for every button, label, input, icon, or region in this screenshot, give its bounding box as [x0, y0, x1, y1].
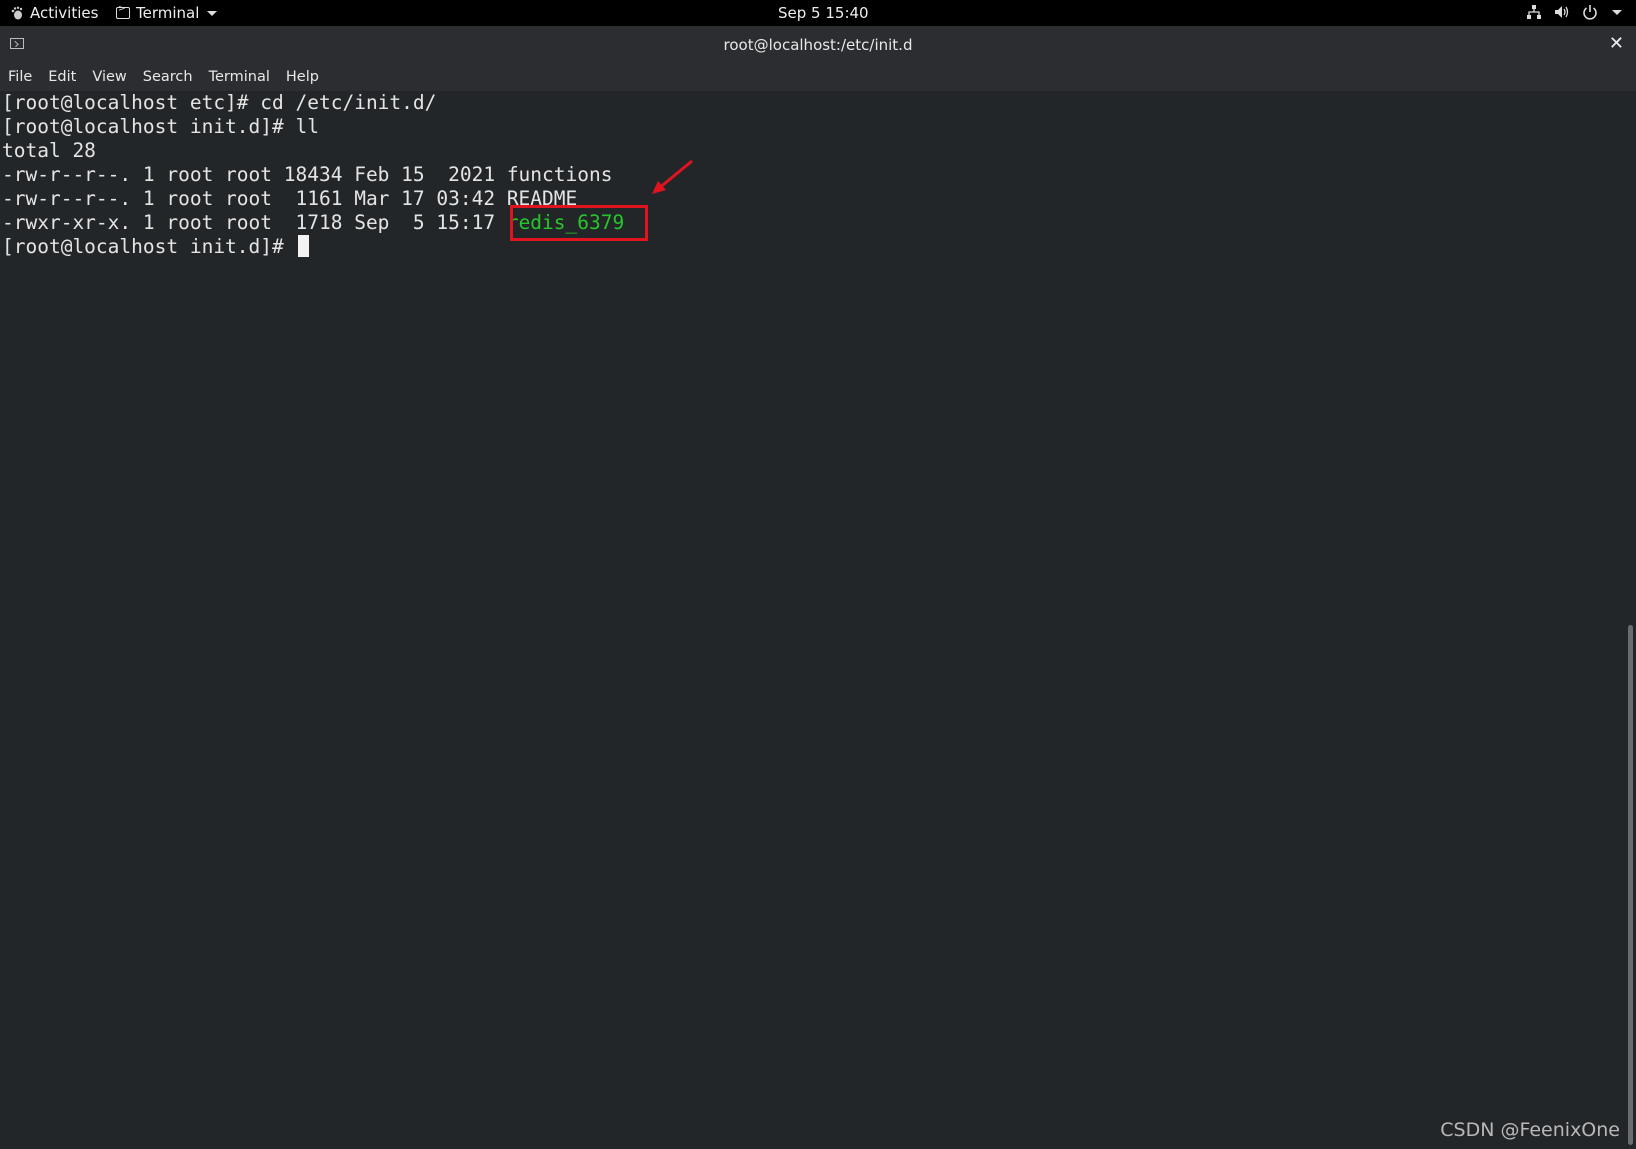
terminal-line: [root@localhost etc]# cd /etc/init.d/ — [2, 91, 437, 114]
menu-view[interactable]: View — [84, 69, 134, 85]
menu-search[interactable]: Search — [135, 69, 201, 85]
annotation-arrow-icon — [652, 159, 693, 194]
menu-edit[interactable]: Edit — [40, 69, 84, 85]
window-title: root@localhost:/etc/init.d — [723, 36, 913, 54]
terminal-line-redis: -rwxr-xr-x. 1 root root 1718 Sep 5 15:17… — [0, 211, 1625, 235]
window-titlebar[interactable]: root@localhost:/etc/init.d ✕ — [0, 26, 1636, 64]
terminal-line: total 28 — [2, 139, 96, 162]
chevron-down-icon — [207, 10, 218, 16]
volume-icon — [1555, 6, 1569, 18]
terminal-prompt-line: [root@localhost init.d]# — [0, 235, 1625, 259]
app-menu-terminal[interactable]: Terminal — [116, 4, 218, 22]
gnome-top-bar: Activities Terminal Sep 5 15:40 — [0, 0, 1636, 26]
clock[interactable]: Sep 5 15:40 — [778, 4, 869, 22]
terminal-line: -rw-r--r--. 1 root root 18434 Feb 15 202… — [2, 163, 613, 186]
menu-help[interactable]: Help — [278, 69, 327, 85]
menu-bar: File Edit View Search Terminal Help — [0, 63, 1636, 91]
annotation-highlight-box — [510, 205, 648, 241]
watermark: CSDN @FeenixOne — [1440, 1119, 1620, 1141]
menu-file[interactable]: File — [0, 69, 40, 85]
scrollbar-thumb[interactable] — [1628, 625, 1633, 1145]
network-icon — [1527, 5, 1541, 19]
close-icon[interactable]: ✕ — [1609, 33, 1624, 54]
menu-terminal[interactable]: Terminal — [201, 69, 278, 85]
terminal-line: -rw-r--r--. 1 root root 1161 Mar 17 03:4… — [2, 187, 578, 210]
terminal-icon — [116, 4, 130, 19]
app-menu-label: Terminal — [136, 4, 200, 22]
activities-label: Activities — [30, 4, 99, 22]
redis-line-prefix: -rwxr-xr-x. 1 root root 1718 Sep 5 15:17 — [2, 211, 507, 234]
power-icon — [1583, 5, 1597, 20]
chevron-down-icon — [1612, 9, 1622, 15]
terminal-output[interactable]: [root@localhost etc]# cd /etc/init.d/ [r… — [0, 91, 1625, 1149]
activities-button[interactable]: Activities — [10, 4, 98, 22]
gnome-foot-icon — [11, 6, 23, 20]
system-tray[interactable] — [1526, 4, 1622, 20]
text-cursor — [297, 235, 309, 257]
terminal-line: [root@localhost init.d]# ll — [2, 115, 319, 138]
vertical-scrollbar[interactable] — [1625, 91, 1636, 1149]
prompt: [root@localhost init.d]# — [2, 235, 296, 258]
